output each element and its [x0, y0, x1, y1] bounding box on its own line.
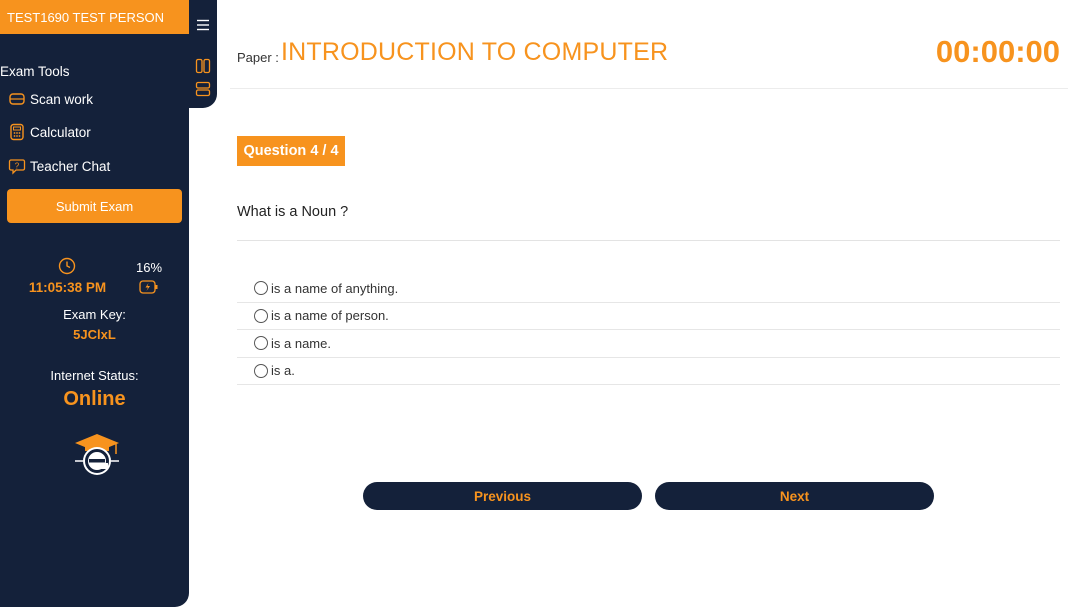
exam-timer: 00:00:00 [935, 34, 1060, 69]
answer-option-4[interactable]: is a. [237, 358, 1060, 385]
calculator-button[interactable]: Calculator [7, 121, 91, 143]
scan-work-button[interactable]: Scan work [7, 88, 93, 110]
answer-option-label: is a name. [271, 335, 331, 351]
teacher-chat-label: Teacher Chat [30, 158, 111, 174]
question-divider [237, 240, 1060, 241]
paper-label: Paper : [237, 50, 279, 65]
scan-work-label: Scan work [30, 91, 94, 107]
answer-option-3[interactable]: is a name. [237, 330, 1060, 358]
answer-options: is a name of anything. is a name of pers… [237, 275, 1060, 385]
answer-option-label: is a name of person. [271, 308, 389, 324]
svg-text:?: ? [15, 162, 20, 171]
exam-key-label: Exam Key: [63, 307, 126, 322]
clock-icon [58, 257, 76, 275]
next-button[interactable]: Next [655, 482, 934, 510]
paper-title: INTRODUCTION TO COMPUTER [281, 38, 669, 66]
internet-status-label: Internet Status: [50, 368, 139, 383]
submit-exam-button[interactable]: Submit Exam [7, 189, 182, 223]
menu-icon[interactable] [195, 17, 211, 33]
question-text: What is a Noun ? [237, 204, 349, 220]
exam-key-value: 5JClxL [73, 327, 116, 342]
answer-option-label: is a name of anything. [271, 280, 399, 296]
internet-status-value: Online [63, 388, 126, 410]
question-number-badge: Question 4 / 4 [237, 136, 345, 166]
exam-tools-title: Exam Tools [0, 64, 70, 79]
previous-button[interactable]: Previous [363, 482, 642, 510]
scan-icon [7, 89, 27, 109]
battery-charging-icon [139, 280, 158, 294]
radio-button[interactable] [254, 363, 268, 378]
chat-icon: ? [7, 156, 27, 176]
rows-layout-icon[interactable] [195, 81, 211, 97]
sidebar-toggle-panel [189, 0, 217, 108]
answer-option-2[interactable]: is a name of person. [237, 303, 1060, 330]
answer-option-1[interactable]: is a name of anything. [237, 275, 1060, 303]
radio-button[interactable] [254, 308, 268, 323]
radio-button[interactable] [254, 336, 268, 351]
user-name: TEST1690 TEST PERSON [0, 0, 189, 34]
battery-percentage: 16% [136, 260, 163, 275]
header-divider [230, 88, 1068, 89]
answer-option-label: is a. [271, 363, 295, 379]
sidebar: TEST1690 TEST PERSON Exam Tools Scan wor… [0, 0, 189, 607]
calculator-label: Calculator [30, 124, 91, 140]
calculator-icon [7, 122, 27, 142]
teacher-chat-button[interactable]: ? Teacher Chat [7, 155, 110, 177]
current-time: 11:05:38 PM [28, 280, 107, 295]
columns-layout-icon[interactable] [195, 58, 211, 74]
radio-button[interactable] [254, 281, 268, 296]
app-logo [75, 434, 119, 475]
